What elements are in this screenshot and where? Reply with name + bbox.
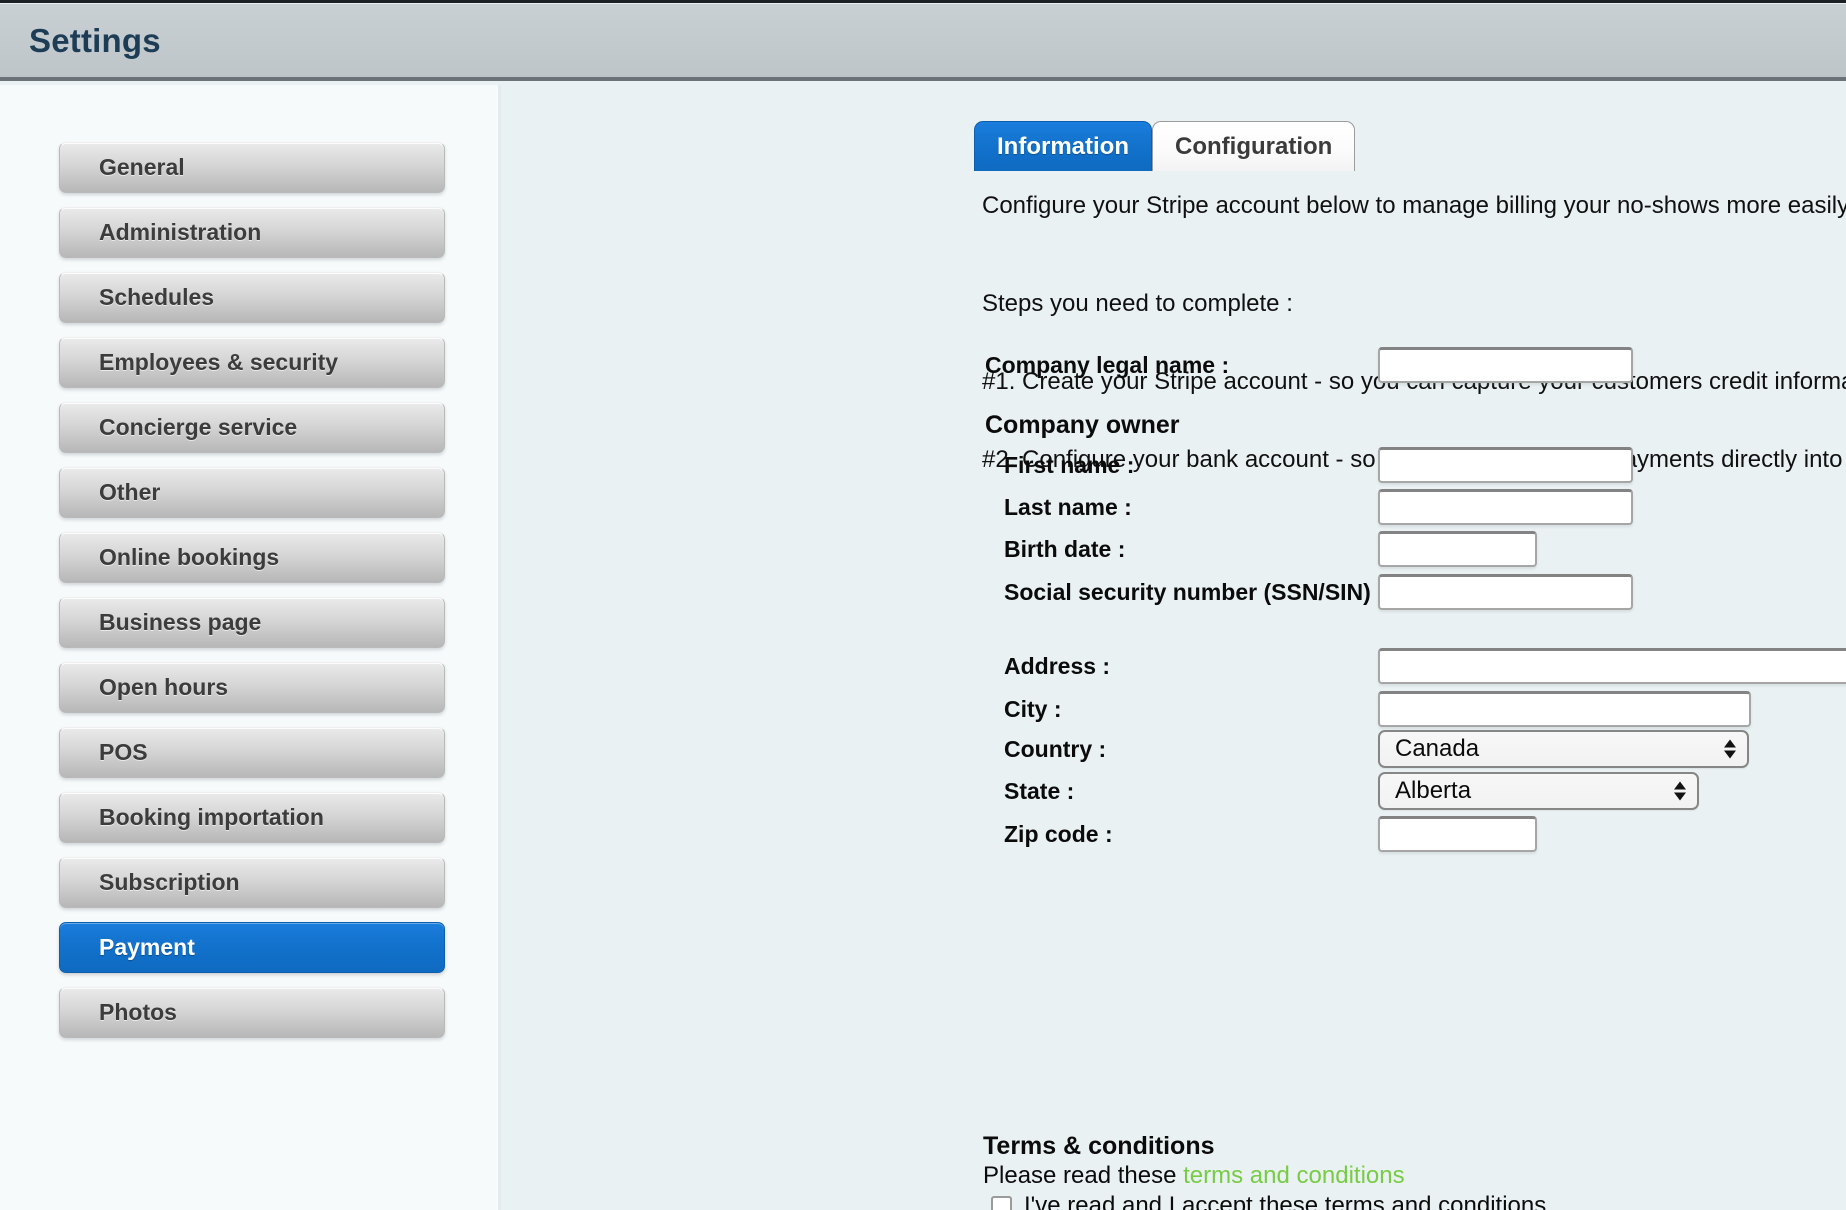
address-label: Address : (1004, 652, 1111, 679)
sidebar-item-label: Payment (99, 934, 195, 960)
intro-text: Configure your Stripe account below to m… (982, 192, 1846, 219)
main-content: Information Configuration Configure your… (501, 85, 1846, 1210)
sidebar-item-label: Online bookings (99, 544, 280, 570)
last-name-input[interactable] (1378, 489, 1633, 525)
ssn-label: Social security number (SSN/SIN) : (1004, 578, 1385, 605)
state-select[interactable]: Alberta (1378, 772, 1699, 810)
field-row-zip-code: Zip code : (1004, 816, 1537, 852)
select-stepper-arrows-icon (1674, 781, 1686, 801)
terms-conditions-heading: Terms & conditions (983, 1132, 1215, 1160)
tab-bar: Information Configuration (974, 121, 1356, 171)
sidebar-item-open-hours[interactable]: Open hours (59, 662, 445, 713)
city-label: City : (1004, 695, 1062, 722)
address-input[interactable] (1378, 648, 1846, 684)
sidebar-nav-list: General Administration Schedules Employe… (59, 142, 445, 1052)
sidebar: General Administration Schedules Employe… (0, 85, 498, 1210)
page-title: Settings (29, 21, 161, 59)
field-row-country: Country : Canada (1004, 730, 1749, 768)
sidebar-item-label: Open hours (99, 674, 229, 700)
sidebar-item-label: Photos (99, 999, 177, 1025)
tab-label: Configuration (1175, 132, 1333, 160)
sidebar-item-label: Administration (99, 219, 262, 245)
sidebar-item-employees-security[interactable]: Employees & security (59, 337, 445, 388)
steps-heading: Steps you need to complete : (982, 290, 1293, 318)
birth-date-label: Birth date : (1004, 535, 1126, 562)
tab-information[interactable]: Information (974, 121, 1152, 171)
terms-read-prefix: Please read these (983, 1162, 1184, 1189)
birth-date-input[interactable] (1378, 531, 1537, 567)
sidebar-item-photos[interactable]: Photos (59, 987, 445, 1038)
field-row-company-legal-name: Company legal name : (985, 347, 1633, 383)
sidebar-item-concierge-service[interactable]: Concierge service (59, 402, 445, 453)
accept-terms-row: I've read and I accept these terms and c… (991, 1192, 1546, 1210)
country-label: Country : (1004, 735, 1107, 762)
sidebar-item-general[interactable]: General (59, 142, 445, 193)
accept-terms-checkbox[interactable] (991, 1195, 1012, 1210)
field-row-state: State : Alberta (1004, 772, 1699, 810)
tab-label: Information (997, 132, 1129, 160)
sidebar-item-label: Schedules (99, 284, 215, 310)
sidebar-item-schedules[interactable]: Schedules (59, 272, 445, 323)
field-row-address: Address : (1004, 648, 1846, 684)
city-input[interactable] (1378, 691, 1751, 727)
tab-configuration[interactable]: Configuration (1152, 121, 1356, 171)
terms-and-conditions-link[interactable]: terms and conditions (1183, 1162, 1404, 1189)
window-titlebar: Settings (0, 3, 1846, 81)
state-label: State : (1004, 777, 1075, 804)
sidebar-item-label: General (99, 154, 185, 180)
accept-terms-label: I've read and I accept these terms and c… (1024, 1192, 1547, 1210)
sidebar-item-label: Employees & security (99, 349, 339, 375)
field-row-first-name: First name : (1004, 447, 1633, 483)
select-stepper-arrows-icon (1724, 739, 1736, 759)
field-row-ssn: Social security number (SSN/SIN) : (1004, 574, 1633, 610)
field-row-birth-date: Birth date : (1004, 531, 1537, 567)
state-select-value: Alberta (1395, 777, 1472, 804)
terms-read-line: Please read these terms and conditions (983, 1162, 1405, 1190)
sidebar-item-payment[interactable]: Payment (59, 922, 445, 973)
company-legal-name-input[interactable] (1378, 347, 1633, 383)
country-select[interactable]: Canada (1378, 730, 1749, 768)
sidebar-item-label: Subscription (99, 869, 240, 895)
first-name-input[interactable] (1378, 447, 1633, 483)
sidebar-item-label: Booking importation (99, 804, 324, 830)
first-name-label: First name : (1004, 451, 1135, 478)
country-select-value: Canada (1395, 735, 1480, 762)
sidebar-item-label: POS (99, 739, 148, 765)
sidebar-item-pos[interactable]: POS (59, 727, 445, 778)
sidebar-item-booking-importation[interactable]: Booking importation (59, 792, 445, 843)
sidebar-item-label: Concierge service (99, 414, 298, 440)
sidebar-item-label: Other (99, 479, 161, 505)
field-row-last-name: Last name : (1004, 489, 1633, 525)
sidebar-item-label: Business page (99, 609, 262, 635)
zip-code-input[interactable] (1378, 816, 1537, 852)
sidebar-item-online-bookings[interactable]: Online bookings (59, 532, 445, 583)
sidebar-item-business-page[interactable]: Business page (59, 597, 445, 648)
company-legal-name-label: Company legal name : (985, 351, 1230, 378)
sidebar-item-subscription[interactable]: Subscription (59, 857, 445, 908)
field-row-city: City : (1004, 691, 1751, 727)
last-name-label: Last name : (1004, 493, 1132, 520)
sidebar-item-administration[interactable]: Administration (59, 207, 445, 258)
ssn-input[interactable] (1378, 574, 1633, 610)
sidebar-item-other[interactable]: Other (59, 467, 445, 518)
zip-code-label: Zip code : (1004, 820, 1113, 847)
settings-window: Settings General Administration Schedule… (0, 0, 1846, 1210)
company-owner-heading: Company owner (985, 411, 1180, 439)
